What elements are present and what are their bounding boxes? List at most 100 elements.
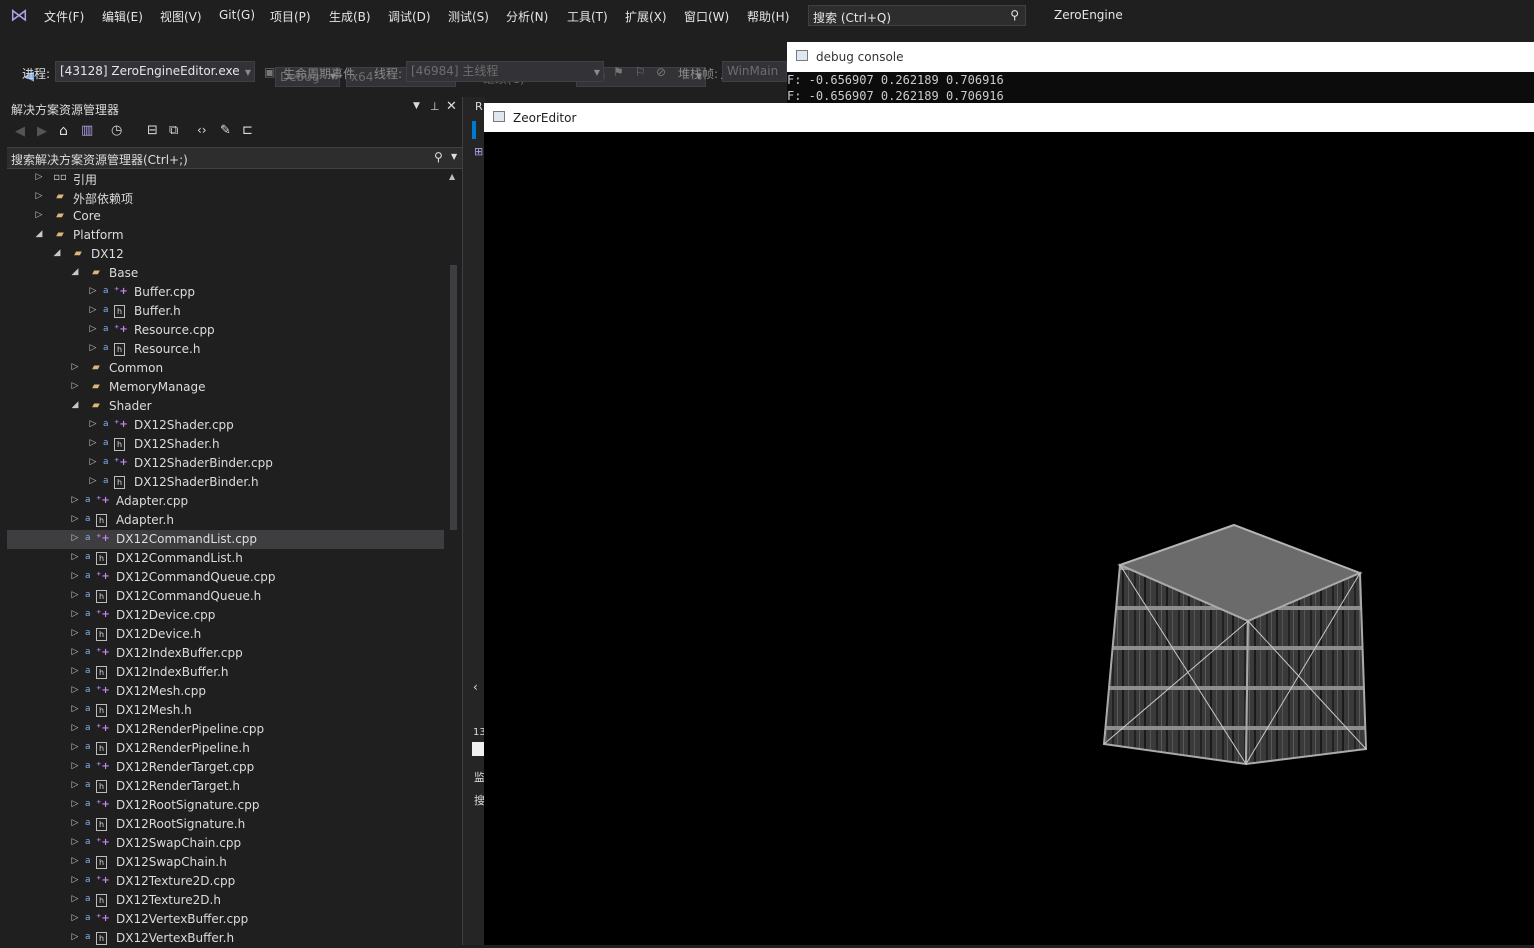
filter-icon[interactable]: ⊘ (656, 65, 666, 79)
tree-item[interactable]: ▷ a ⁺+ DX12RenderTarget.cpp (7, 758, 444, 777)
pending-changes-icon[interactable]: ◷ (111, 123, 122, 138)
collapsed-chevron-icon[interactable]: ▷ (70, 818, 80, 828)
collapsed-chevron-icon[interactable]: ▷ (70, 590, 80, 600)
tree-item[interactable]: ◢ ▰ Platform (7, 226, 444, 245)
tree-item[interactable]: ▷ a ⁺+ DX12VertexBuffer.cpp (7, 910, 444, 929)
properties-wrench-icon[interactable]: ✎ (220, 123, 231, 138)
menu-window[interactable]: 窗口(W) (684, 8, 729, 25)
collapsed-chevron-icon[interactable]: ▷ (70, 723, 80, 733)
expanded-chevron-icon[interactable]: ◢ (52, 248, 62, 258)
tree-item[interactable]: ◢ ▰ Base (7, 264, 444, 283)
tree-item[interactable]: ▷ ▰ Core (7, 207, 444, 226)
collapsed-chevron-icon[interactable]: ▷ (70, 799, 80, 809)
collapsed-chevron-icon[interactable]: ▷ (70, 647, 80, 657)
stackframe-dropdown[interactable]: WinMain (722, 61, 787, 82)
collapsed-chevron-icon[interactable]: ▷ (88, 457, 98, 467)
collapsed-chevron-icon[interactable]: ▷ (70, 875, 80, 885)
forward-icon[interactable]: ▶ (37, 124, 47, 139)
scrollbar-thumb[interactable] (450, 265, 457, 530)
menu-file[interactable]: 文件(F) (44, 8, 84, 25)
home-icon[interactable]: ⌂ (59, 123, 68, 139)
tree-item[interactable]: ▷ a ⁺+ DX12Shader.cpp (7, 416, 444, 435)
tree-item[interactable]: ▷ a ⁺+ DX12RootSignature.cpp (7, 796, 444, 815)
lifecycle-events-label[interactable]: 生命周期事件 (283, 65, 355, 82)
scroll-up-icon[interactable]: ▲ (449, 172, 455, 181)
tree-item[interactable]: ▷ a ⁺+ Buffer.cpp (7, 283, 444, 302)
tree-item[interactable]: ▷ a h DX12VertexBuffer.h (7, 929, 444, 945)
collapsed-chevron-icon[interactable]: ▷ (70, 894, 80, 904)
collapse-left-icon[interactable]: ‹ (473, 680, 478, 694)
tree-item[interactable]: ▷ a ⁺+ DX12CommandQueue.cpp (7, 568, 444, 587)
collapsed-chevron-icon[interactable]: ▷ (34, 210, 44, 220)
collapsed-chevron-icon[interactable]: ▷ (70, 837, 80, 847)
tree-item[interactable]: ▷ a h Adapter.h (7, 511, 444, 530)
tree-item[interactable]: ▷ a h DX12ShaderBinder.h (7, 473, 444, 492)
tree-item[interactable]: ▷ a ⁺+ DX12SwapChain.cpp (7, 834, 444, 853)
collapsed-chevron-icon[interactable]: ▷ (88, 324, 98, 334)
menu-debug[interactable]: 调试(D) (388, 8, 431, 25)
tree-item[interactable]: ▷ a h DX12SwapChain.h (7, 853, 444, 872)
tree-item[interactable]: ▷ a h Resource.h (7, 340, 444, 359)
tree-item[interactable]: ▷ a h DX12CommandList.h (7, 549, 444, 568)
expanded-chevron-icon[interactable]: ◢ (70, 267, 80, 277)
tree-item[interactable]: ▷ a ⁺+ DX12IndexBuffer.cpp (7, 644, 444, 663)
menu-analyze[interactable]: 分析(N) (506, 8, 548, 25)
tree-item[interactable]: ▷ a h Buffer.h (7, 302, 444, 321)
collapsed-chevron-icon[interactable]: ▷ (88, 286, 98, 296)
tree-item[interactable]: ▷ a h DX12RenderTarget.h (7, 777, 444, 796)
collapsed-chevron-icon[interactable]: ▷ (70, 514, 80, 524)
switch-views-icon[interactable]: ▥ (81, 123, 93, 138)
solution-explorer-search-input[interactable]: 搜索解决方案资源管理器(Ctrl+;) ⚲ ▼ (7, 147, 462, 169)
collapsed-chevron-icon[interactable]: ▷ (70, 932, 80, 942)
collapsed-chevron-icon[interactable]: ▷ (70, 552, 80, 562)
tree-item[interactable]: ▷ a h DX12RootSignature.h (7, 815, 444, 834)
collapsed-chevron-icon[interactable]: ▷ (88, 476, 98, 486)
menu-git[interactable]: Git(G) (219, 8, 255, 22)
global-search-input[interactable]: 搜索 (Ctrl+Q) ⚲ (808, 5, 1026, 26)
tree-item[interactable]: ▷ a ⁺+ DX12ShaderBinder.cpp (7, 454, 444, 473)
panel-options-icon[interactable]: ▼ (413, 101, 420, 111)
tree-item[interactable]: ▷ ▰ 外部依赖项 (7, 188, 444, 207)
collapsed-chevron-icon[interactable]: ▷ (34, 172, 44, 182)
code-view-icon[interactable]: ‹› (197, 123, 207, 137)
collapsed-chevron-icon[interactable]: ▷ (70, 571, 80, 581)
collapsed-chevron-icon[interactable]: ▷ (70, 628, 80, 638)
quick-action-icon[interactable]: ⊞ (474, 145, 483, 158)
tree-item[interactable]: ▷ a h DX12Device.h (7, 625, 444, 644)
tree-item[interactable]: ▷ a ⁺+ DX12CommandList.cpp (7, 530, 444, 549)
tree-item[interactable]: ▷ a h DX12Texture2D.h (7, 891, 444, 910)
collapsed-chevron-icon[interactable]: ▷ (34, 191, 44, 201)
expanded-chevron-icon[interactable]: ◢ (70, 400, 80, 410)
tree-item[interactable]: ▷ a ⁺+ DX12RenderPipeline.cpp (7, 720, 444, 739)
collapsed-chevron-icon[interactable]: ▷ (70, 742, 80, 752)
process-dropdown[interactable]: [43128] ZeroEngineEditor.exe ▼ (55, 61, 255, 82)
menu-edit[interactable]: 编辑(E) (102, 8, 143, 25)
editor-window-titlebar[interactable]: ZeorEditor (484, 103, 1534, 132)
collapsed-chevron-icon[interactable]: ▷ (70, 856, 80, 866)
menu-view[interactable]: 视图(V) (160, 8, 202, 25)
collapsed-chevron-icon[interactable]: ▷ (88, 305, 98, 315)
tree-item[interactable]: ▷ a ⁺+ DX12Device.cpp (7, 606, 444, 625)
menu-build[interactable]: 生成(B) (329, 8, 371, 25)
preview-icon[interactable]: ⊏ (242, 123, 253, 138)
collapsed-chevron-icon[interactable]: ▷ (70, 780, 80, 790)
tree-item[interactable]: ▷ a ⁺+ DX12Mesh.cpp (7, 682, 444, 701)
expanded-chevron-icon[interactable]: ◢ (34, 229, 44, 239)
pin-icon[interactable]: ⊥ (430, 100, 440, 113)
thread-flag-icon[interactable]: ⚐ (635, 65, 646, 79)
tree-item[interactable]: ▷ ▰ Common (7, 359, 444, 378)
collapsed-chevron-icon[interactable]: ▷ (88, 343, 98, 353)
tree-item[interactable]: ▷ a ⁺+ DX12Texture2D.cpp (7, 872, 444, 891)
collapsed-chevron-icon[interactable]: ▷ (88, 438, 98, 448)
input-fragment[interactable] (472, 742, 484, 756)
tree-item[interactable]: ◢ ▰ Shader (7, 397, 444, 416)
tree-item[interactable]: ▷ a ⁺+ Adapter.cpp (7, 492, 444, 511)
collapsed-chevron-icon[interactable]: ▷ (70, 362, 80, 372)
collapsed-chevron-icon[interactable]: ▷ (70, 913, 80, 923)
doc-tab-fragment[interactable]: R (475, 100, 483, 113)
collapsed-chevron-icon[interactable]: ▷ (70, 381, 80, 391)
tree-item[interactable]: ▷ a h DX12IndexBuffer.h (7, 663, 444, 682)
debug-console-titlebar[interactable]: debug console (787, 42, 1534, 72)
tree-item[interactable]: ▷ a h DX12CommandQueue.h (7, 587, 444, 606)
tree-item[interactable]: ▷ a ⁺+ Resource.cpp (7, 321, 444, 340)
